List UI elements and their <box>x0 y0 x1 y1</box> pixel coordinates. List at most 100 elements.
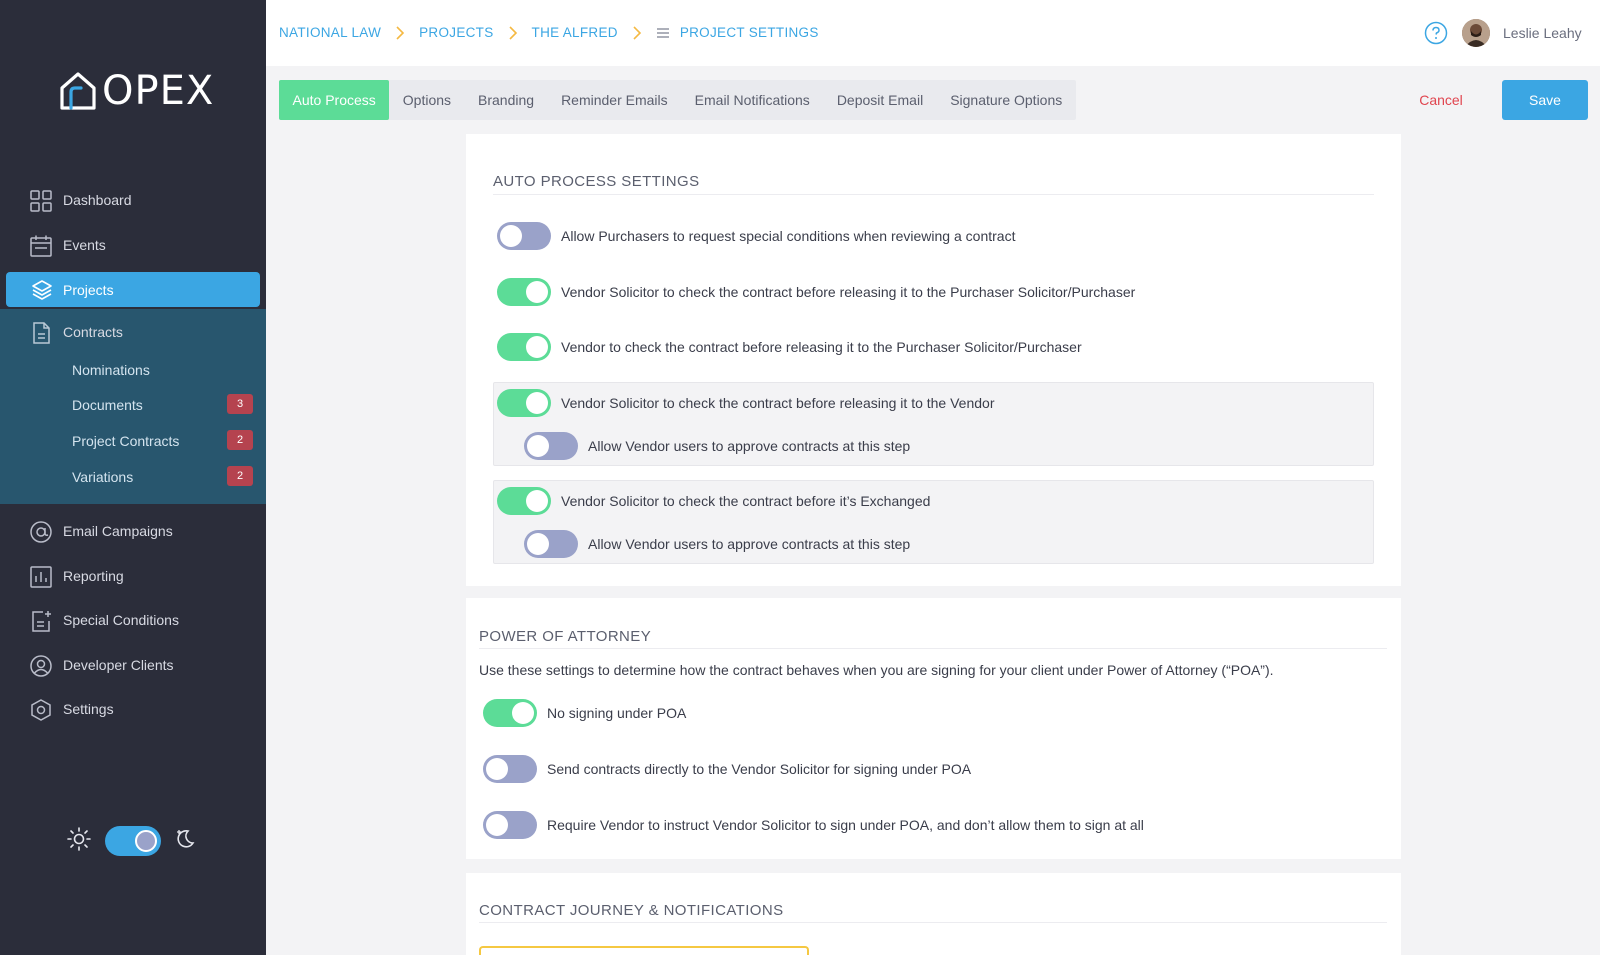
save-button[interactable]: Save <box>1502 80 1588 120</box>
sidebar-item-projects[interactable]: Projects <box>6 272 260 307</box>
toggle-switch[interactable] <box>497 389 551 417</box>
switch-knob <box>135 830 157 852</box>
sidebar-item-label: Events <box>63 237 106 253</box>
chevron-right-icon <box>633 25 641 40</box>
setting-label: Vendor Solicitor to check the contract b… <box>561 395 995 411</box>
hexagon-gear-icon <box>31 699 51 721</box>
layers-icon <box>32 280 52 300</box>
tab-deposit-email[interactable]: Deposit Email <box>823 80 936 120</box>
setting-row: Vendor Solicitor to check the contract b… <box>497 389 994 417</box>
calendar-icon <box>30 235 52 257</box>
toggle-switch[interactable] <box>497 487 551 515</box>
sidebar-subitem-label: Project Contracts <box>72 433 180 449</box>
toggle-switch[interactable] <box>483 755 537 783</box>
toggle-switch[interactable] <box>524 530 578 558</box>
dark-mode-switch[interactable] <box>105 826 161 856</box>
sidebar-subitem-variations[interactable]: Variations 2 <box>0 462 266 492</box>
tab-reminder-emails[interactable]: Reminder Emails <box>548 80 682 120</box>
logo[interactable]: OPEX <box>56 68 214 114</box>
sidebar-subitem-label: Nominations <box>72 362 150 378</box>
sidebar-item-label: Email Campaigns <box>63 523 173 539</box>
section-title: POWER OF ATTORNEY <box>479 628 652 645</box>
sidebar-item-contracts[interactable]: Contracts <box>0 312 266 352</box>
breadcrumb-project-settings: PROJECT SETTINGS <box>679 25 819 40</box>
poa-description: Use these settings to determine how the … <box>479 662 1274 678</box>
theme-toggle <box>66 822 196 858</box>
tab-email-notifications[interactable]: Email Notifications <box>681 80 823 120</box>
sun-icon[interactable] <box>66 826 92 852</box>
help-icon[interactable] <box>1424 21 1448 45</box>
sidebar-subitem-label: Documents <box>72 397 143 413</box>
sidebar-item-events[interactable]: Events <box>0 225 266 265</box>
toggle-switch[interactable] <box>497 278 551 306</box>
setting-row: Vendor to check the contract before rele… <box>497 333 1082 361</box>
count-badge: 2 <box>227 466 253 486</box>
toggle-switch[interactable] <box>483 699 537 727</box>
divider <box>479 648 1387 649</box>
grid-icon <box>30 190 52 212</box>
sidebar-item-reporting[interactable]: Reporting <box>0 556 266 596</box>
sidebar-subitem-project-contracts[interactable]: Project Contracts 2 <box>0 426 266 456</box>
setting-label: No signing under POA <box>547 705 687 721</box>
toggle-switch[interactable] <box>483 811 537 839</box>
setting-label: Allow Purchasers to request special cond… <box>561 228 1016 244</box>
sidebar-item-label: Settings <box>63 701 114 717</box>
sidebar-item-dashboard[interactable]: Dashboard <box>0 180 266 220</box>
sidebar-item-label: Projects <box>63 281 114 298</box>
tab-branding[interactable]: Branding <box>465 80 548 120</box>
toggle-switch[interactable] <box>497 222 551 250</box>
breadcrumb: NATIONAL LAW PROJECTS THE ALFRED PROJECT… <box>279 25 819 40</box>
sidebar-item-developer-clients[interactable]: Developer Clients <box>0 645 266 685</box>
toggle-switch[interactable] <box>497 333 551 361</box>
cancel-button[interactable]: Cancel <box>1402 80 1480 120</box>
setting-row: Send contracts directly to the Vendor So… <box>483 755 971 783</box>
top-bar: NATIONAL LAW PROJECTS THE ALFRED PROJECT… <box>266 0 1600 66</box>
document-plus-icon <box>32 611 51 632</box>
count-badge: 3 <box>227 394 253 414</box>
setting-label: Allow Vendor users to approve contracts … <box>588 536 911 552</box>
setting-label: Vendor to check the contract before rele… <box>561 339 1082 355</box>
setting-row: Allow Vendor users to approve contracts … <box>524 432 910 460</box>
sidebar-subitem-nominations[interactable]: Nominations <box>0 355 266 385</box>
contracts-group: Contracts Nominations Documents 3 Projec… <box>0 309 266 504</box>
breadcrumb-the-alfred[interactable]: THE ALFRED <box>532 25 618 40</box>
setting-label: Vendor Solicitor to check the contract b… <box>561 493 931 509</box>
tab-options[interactable]: Options <box>389 80 464 120</box>
breadcrumb-projects[interactable]: PROJECTS <box>419 25 493 40</box>
moon-icon[interactable] <box>173 827 197 851</box>
user-name[interactable]: Leslie Leahy <box>1503 25 1582 41</box>
setting-label: Vendor Solicitor to check the contract b… <box>561 284 1136 300</box>
menu-icon <box>656 27 669 38</box>
logo-text: OPEX <box>102 68 215 114</box>
sidebar-item-label: Reporting <box>63 568 124 584</box>
count-badge: 2 <box>227 430 253 450</box>
setting-row: Vendor Solicitor to check the contract b… <box>497 278 1135 306</box>
section-title: CONTRACT JOURNEY & NOTIFICATIONS <box>479 902 784 919</box>
sidebar-item-email-campaigns[interactable]: Email Campaigns <box>0 511 266 551</box>
section-title: AUTO PROCESS SETTINGS <box>493 173 700 190</box>
setting-row: Allow Purchasers to request special cond… <box>497 222 1015 250</box>
sidebar-item-label: Dashboard <box>63 192 132 208</box>
settings-tabs: Auto Process Options Branding Reminder E… <box>279 80 1076 120</box>
setting-row: Vendor Solicitor to check the contract b… <box>497 487 930 515</box>
breadcrumb-national-law[interactable]: NATIONAL LAW <box>279 25 381 40</box>
setting-row: Require Vendor to instruct Vendor Solici… <box>483 811 1144 839</box>
toggle-switch[interactable] <box>524 432 578 460</box>
avatar[interactable] <box>1462 19 1490 47</box>
tab-auto-process[interactable]: Auto Process <box>279 80 390 120</box>
sidebar-item-special-conditions[interactable]: Special Conditions <box>0 600 266 640</box>
auto-process-card: AUTO PROCESS SETTINGS Allow Purchasers t… <box>466 134 1401 586</box>
sidebar: OPEX Dashboard Events Projects Contracts… <box>0 0 266 955</box>
sidebar-item-settings[interactable]: Settings <box>0 689 266 729</box>
power-of-attorney-card: POWER OF ATTORNEY Use these settings to … <box>466 598 1401 859</box>
chevron-right-icon <box>508 25 517 40</box>
sidebar-item-label: Developer Clients <box>63 657 174 673</box>
tab-signature-options[interactable]: Signature Options <box>937 80 1076 120</box>
divider <box>479 922 1387 923</box>
contract-journey-card: CONTRACT JOURNEY & NOTIFICATIONS <box>466 873 1401 955</box>
divider <box>493 194 1374 195</box>
sidebar-subitem-documents[interactable]: Documents 3 <box>0 390 266 420</box>
avatar-image <box>1462 19 1490 47</box>
user-circle-icon <box>30 655 52 677</box>
sidebar-subitem-label: Variations <box>72 469 134 485</box>
